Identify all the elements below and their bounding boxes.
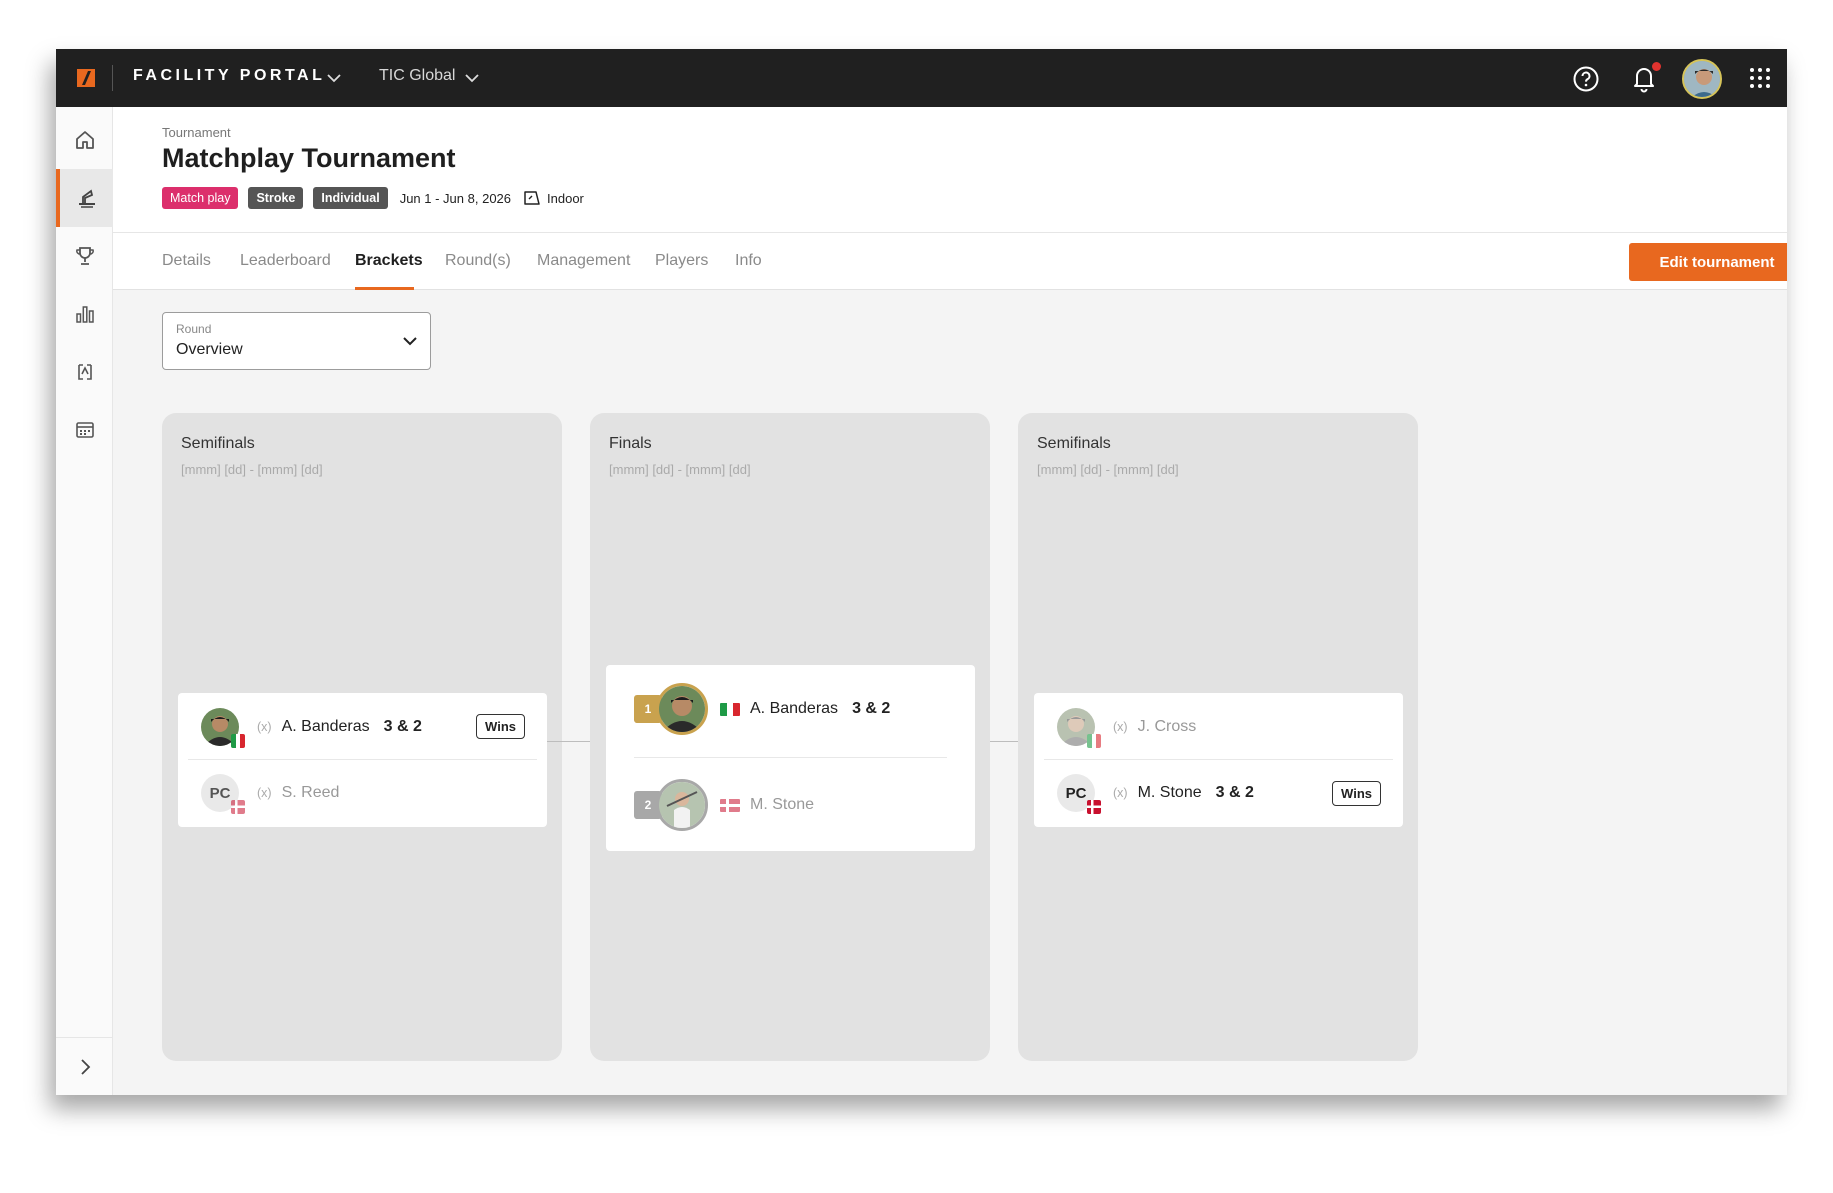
italy-flag-icon <box>1087 734 1101 748</box>
player-avatar: PC <box>201 774 245 814</box>
round-select[interactable]: Round Overview <box>162 312 431 370</box>
tab-leaderboard[interactable]: Leaderboard <box>240 252 331 270</box>
round-select-label: Round <box>176 322 212 336</box>
column-dates: [mmm] [dd] - [mmm] [dd] <box>181 462 323 477</box>
edit-tournament-button[interactable]: Edit tournament <box>1629 243 1787 281</box>
final-match-card[interactable]: 1 A. Banderas 3 & 2 2 M. Stone <box>606 665 975 851</box>
location-label: Indoor <box>547 190 584 206</box>
tab-players[interactable]: Players <box>655 252 708 270</box>
player-name[interactable]: J. Cross <box>1138 718 1197 736</box>
tag-stroke: Stroke <box>248 187 304 209</box>
match-score: 3 & 2 <box>383 718 422 735</box>
bracket-column-semifinals-right: Semifinals [mmm] [dd] - [mmm] [dd] (x) J… <box>1018 413 1418 1061</box>
brand-logo-icon[interactable] <box>77 69 95 87</box>
trophy-icon <box>75 247 94 265</box>
sidebar-item-statistics[interactable] <box>56 285 113 343</box>
apps-grid-icon[interactable] <box>1749 67 1771 89</box>
tab-brackets[interactable]: Brackets <box>355 252 423 270</box>
match-score: 3 & 2 <box>852 700 891 717</box>
denmark-flag-icon <box>1087 800 1101 814</box>
sidebar-expand-button[interactable] <box>56 1037 113 1095</box>
portal-title[interactable]: FACILITY PORTAL <box>133 67 325 85</box>
app-window: FACILITY PORTAL TIC Global Tournament Ma… <box>56 49 1787 1095</box>
player-seed: (x) <box>257 786 272 800</box>
wins-badge: Wins <box>476 714 525 739</box>
player-avatar <box>1057 708 1101 748</box>
bracket-column-semifinals-left: Semifinals [mmm] [dd] - [mmm] [dd] (x) A… <box>162 413 562 1061</box>
bar-chart-icon <box>75 306 94 323</box>
player-avatar: PC <box>1057 774 1101 814</box>
player-name[interactable]: M. Stone <box>1138 784 1202 802</box>
wins-badge: Wins <box>1332 781 1381 806</box>
chevron-down-icon[interactable] <box>464 71 480 85</box>
activity-icon <box>77 364 92 380</box>
breadcrumb[interactable]: Tournament <box>162 125 231 140</box>
column-dates: [mmm] [dd] - [mmm] [dd] <box>1037 462 1179 477</box>
help-icon[interactable] <box>1572 65 1600 93</box>
player-name[interactable]: A. Banderas <box>282 718 370 736</box>
player-seed: (x) <box>1113 720 1128 734</box>
column-title: Semifinals <box>1037 435 1111 452</box>
player-seed: (x) <box>1113 786 1128 800</box>
player-row[interactable]: PC (x) S. Reed <box>201 771 570 815</box>
tab-info[interactable]: Info <box>735 252 762 270</box>
row-divider <box>1044 759 1393 760</box>
top-bar: FACILITY PORTAL TIC Global <box>56 49 1787 107</box>
page-title: Matchplay Tournament <box>162 143 456 173</box>
tournament-location: Indoor <box>523 190 584 206</box>
chevron-down-icon[interactable] <box>326 71 342 85</box>
tournament-tags: Match play Stroke Individual Jun 1 - Jun… <box>162 187 584 209</box>
sidebar <box>56 107 113 1095</box>
italy-flag-icon <box>720 702 740 716</box>
calendar-icon <box>75 422 94 438</box>
match-score: 3 & 2 <box>1215 784 1254 801</box>
sidebar-item-home[interactable] <box>56 111 113 169</box>
player-row-runner-up[interactable]: 2 M. Stone <box>634 777 1003 833</box>
player-name[interactable]: A. Banderas <box>750 700 838 718</box>
golf-tee-icon <box>78 189 95 208</box>
tournament-dates: Jun 1 - Jun 8, 2026 <box>399 190 512 206</box>
tag-match-play: Match play <box>162 187 239 209</box>
tab-bar: Details Leaderboard Brackets Round(s) Ma… <box>113 233 1787 290</box>
bracket-column-finals: Finals [mmm] [dd] - [mmm] [dd] 1 A. Band… <box>590 413 990 1061</box>
sidebar-item-activity[interactable] <box>56 343 113 401</box>
italy-flag-icon <box>231 734 245 748</box>
chevron-down-icon <box>403 337 417 346</box>
tag-individual: Individual <box>313 187 388 209</box>
indoor-screen-icon <box>524 191 540 205</box>
org-switcher[interactable]: TIC Global <box>379 67 455 85</box>
row-divider <box>634 757 947 758</box>
player-seed: (x) <box>257 720 272 734</box>
denmark-flag-icon <box>231 800 245 814</box>
sidebar-item-tournaments[interactable] <box>56 169 113 227</box>
player-name[interactable]: S. Reed <box>282 784 340 802</box>
column-title: Semifinals <box>181 435 255 452</box>
column-dates: [mmm] [dd] - [mmm] [dd] <box>609 462 751 477</box>
chevron-right-icon <box>80 1058 90 1075</box>
player-avatar <box>201 708 245 748</box>
column-title: Finals <box>609 435 652 452</box>
sidebar-item-trophies[interactable] <box>56 227 113 285</box>
active-tab-indicator <box>355 287 414 290</box>
topbar-separator <box>112 65 113 91</box>
denmark-flag-icon <box>720 798 740 812</box>
row-divider <box>188 759 537 760</box>
match-card[interactable]: (x) A. Banderas 3 & 2 Wins PC (x) S. Ree… <box>178 693 547 827</box>
page-header: Tournament Matchplay Tournament Match pl… <box>113 107 1787 233</box>
match-card[interactable]: (x) J. Cross PC (x) M. Stone 3 & 2 Wins <box>1034 693 1403 827</box>
player-row-champion[interactable]: 1 A. Banderas 3 & 2 <box>634 681 1003 737</box>
bracket-connector <box>547 741 590 742</box>
round-select-value: Overview <box>176 341 243 358</box>
player-row[interactable]: (x) J. Cross <box>1057 705 1426 749</box>
notification-dot <box>1652 62 1661 71</box>
player-avatar <box>656 683 708 735</box>
tab-management[interactable]: Management <box>537 252 630 270</box>
player-avatar <box>656 779 708 831</box>
user-avatar[interactable] <box>1682 59 1722 99</box>
sidebar-item-calendar[interactable] <box>56 401 113 459</box>
home-icon <box>75 131 94 149</box>
tab-details[interactable]: Details <box>162 252 211 270</box>
tab-rounds[interactable]: Round(s) <box>445 252 511 270</box>
player-name[interactable]: M. Stone <box>750 796 814 814</box>
